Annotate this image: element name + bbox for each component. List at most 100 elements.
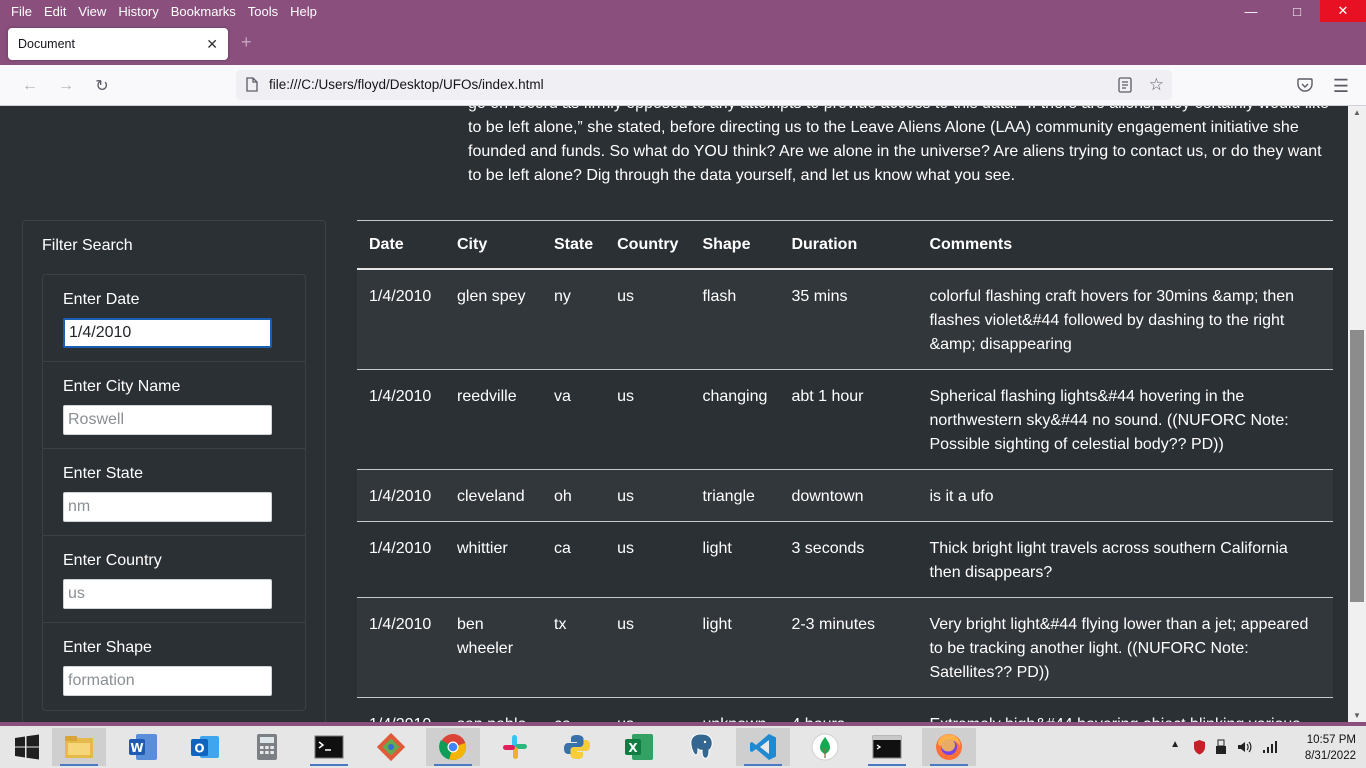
cmd-icon <box>872 735 902 759</box>
filter-item-shape: Enter Shape <box>43 623 305 710</box>
taskbar-cmd[interactable] <box>860 728 914 766</box>
taskbar-vscode[interactable] <box>736 728 790 766</box>
taskbar-excel[interactable]: X <box>612 728 666 766</box>
reload-button[interactable]: ↻ <box>90 74 114 98</box>
header-duration: Duration <box>779 221 918 270</box>
cell-duration: 4 hours <box>779 697 918 722</box>
scroll-down-arrow-icon[interactable]: ▼ <box>1353 711 1361 720</box>
address-bar[interactable]: file:///C:/Users/floyd/Desktop/UFOs/inde… <box>236 70 1172 100</box>
cell-state: ca <box>542 521 606 598</box>
slack-icon <box>503 735 527 759</box>
back-button[interactable]: ← <box>18 74 42 98</box>
bookmark-star-icon[interactable]: ☆ <box>1149 75 1164 95</box>
maximize-button[interactable]: □ <box>1274 0 1320 22</box>
menu-file[interactable]: File <box>0 4 38 19</box>
taskbar-file-explorer[interactable] <box>52 728 106 766</box>
svg-text:X: X <box>628 741 638 755</box>
forward-button[interactable]: → <box>54 74 78 98</box>
taskbar-terminal[interactable] <box>302 728 356 766</box>
app-menu-button[interactable]: ☰ <box>1329 74 1353 98</box>
menu-tools[interactable]: Tools <box>242 4 284 19</box>
cell-duration: downtown <box>779 469 918 522</box>
svg-text:W: W <box>130 741 143 755</box>
clock-time: 10:57 PM <box>1306 734 1356 746</box>
cell-city: glen spey <box>445 269 542 370</box>
cell-state: va <box>542 369 606 470</box>
shape-input[interactable] <box>63 666 272 696</box>
taskbar-chrome[interactable] <box>426 728 480 766</box>
page-scrollbar[interactable]: ▲ ▼ <box>1348 106 1366 722</box>
date-label: Enter Date <box>63 291 140 308</box>
city-input[interactable] <box>63 405 272 435</box>
menu-edit[interactable]: Edit <box>38 4 72 19</box>
taskbar-postgres[interactable] <box>674 728 728 766</box>
cell-shape: flash <box>690 269 780 370</box>
menu-history[interactable]: History <box>112 4 164 19</box>
navigation-bar: ← → ↻ file:///C:/Users/floyd/Desktop/UFO… <box>0 65 1366 106</box>
usb-device-icon[interactable] <box>1214 739 1228 755</box>
cell-country: us <box>605 269 691 370</box>
taskbar-git[interactable] <box>364 728 418 766</box>
cell-comments: Thick bright light travels across southe… <box>917 521 1333 598</box>
cell-duration: 35 mins <box>779 269 918 370</box>
cell-country: us <box>605 697 691 722</box>
scroll-thumb[interactable] <box>1350 330 1364 602</box>
tab-document[interactable]: Document ✕ <box>8 28 228 60</box>
reader-view-icon[interactable] <box>1118 77 1132 93</box>
cell-date: 1/4/2010 <box>357 521 445 598</box>
close-window-button[interactable]: ✕ <box>1320 0 1366 22</box>
country-input[interactable] <box>63 579 272 609</box>
taskbar-word[interactable]: W <box>116 728 170 766</box>
git-icon <box>376 732 406 762</box>
state-input[interactable] <box>63 492 272 522</box>
pocket-icon[interactable] <box>1297 78 1313 93</box>
url-text: file:///C:/Users/floyd/Desktop/UFOs/inde… <box>269 77 544 92</box>
taskbar-slack[interactable] <box>488 728 542 766</box>
cell-comments: Very bright light&#44 flying lower than … <box>917 597 1333 698</box>
menu-bookmarks[interactable]: Bookmarks <box>165 4 242 19</box>
header-shape: Shape <box>690 221 780 270</box>
scroll-up-arrow-icon[interactable]: ▲ <box>1353 108 1361 117</box>
taskbar-python[interactable] <box>550 728 604 766</box>
page-icon <box>246 77 258 92</box>
cell-country: us <box>605 369 691 470</box>
taskbar-calculator[interactable] <box>240 728 294 766</box>
taskbar-outlook[interactable]: O <box>178 728 232 766</box>
cell-state: tx <box>542 597 606 698</box>
cell-city: reedville <box>445 369 542 470</box>
cell-duration: 3 seconds <box>779 521 918 598</box>
table-row: 1/4/2010 san pablo ca us unknown 4 hours… <box>357 697 1333 722</box>
state-label: Enter State <box>63 465 144 482</box>
taskbar-mongodb[interactable] <box>798 728 852 766</box>
cell-duration: abt 1 hour <box>779 369 918 470</box>
word-icon: W <box>129 734 157 760</box>
security-shield-icon[interactable] <box>1193 739 1206 755</box>
minimize-button[interactable]: — <box>1228 0 1274 22</box>
country-label: Enter Country <box>63 552 162 569</box>
volume-icon[interactable] <box>1236 739 1252 755</box>
clock[interactable]: 10:57 PM 8/31/2022 <box>1305 732 1356 764</box>
cell-country: us <box>605 469 691 522</box>
table-row: 1/4/2010 ben wheeler tx us light 2-3 min… <box>357 597 1333 698</box>
network-signal-icon[interactable] <box>1262 740 1278 754</box>
terminal-icon <box>314 735 344 759</box>
menu-help[interactable]: Help <box>284 4 323 19</box>
tab-close-icon[interactable]: ✕ <box>206 36 218 53</box>
start-icon <box>15 734 39 760</box>
new-tab-icon[interactable]: + <box>241 32 252 53</box>
cell-shape: triangle <box>690 469 780 522</box>
filter-list: Enter Date Enter City Name Enter State E… <box>42 274 306 711</box>
menu-view[interactable]: View <box>72 4 112 19</box>
cell-country: us <box>605 521 691 598</box>
calculator-icon <box>257 734 277 760</box>
cell-state: ca <box>542 697 606 722</box>
cell-date: 1/4/2010 <box>357 469 445 522</box>
filter-item-country: Enter Country <box>43 536 305 623</box>
back-arrow-icon: ← <box>22 77 38 94</box>
taskbar-firefox[interactable] <box>922 728 976 766</box>
table-row: 1/4/2010 glen spey ny us flash 35 mins c… <box>357 269 1333 370</box>
start-button[interactable] <box>0 728 54 766</box>
date-input[interactable] <box>63 318 272 348</box>
taskbar: W O X ▲ 10:57 PM 8/31/2022 <box>0 726 1366 768</box>
tray-overflow-icon[interactable]: ▲ <box>1170 739 1180 750</box>
